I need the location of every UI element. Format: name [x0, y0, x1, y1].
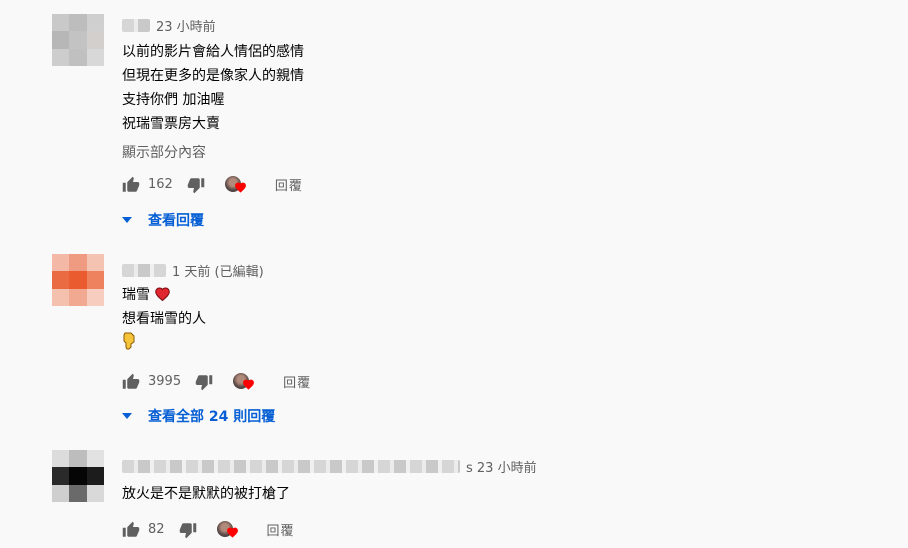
- comment-text: 以前的影片會給人情侶的感情 但現在更多的是像家人的親情 支持你們 加油喔 祝瑞雪…: [122, 40, 304, 136]
- reply-button[interactable]: 回覆: [267, 520, 295, 539]
- like-count: 162: [148, 177, 173, 192]
- comment-line-text: 瑞雪: [122, 287, 150, 303]
- like-count: 82: [148, 522, 165, 537]
- comment-time[interactable]: 1 天前 (已編輯): [172, 261, 264, 280]
- comment-line: 以前的影片會給人情侶的感情: [122, 44, 304, 60]
- thumb-down-icon[interactable]: [195, 373, 213, 391]
- show-less-link[interactable]: 顯示部分內容: [122, 142, 206, 162]
- avatar[interactable]: [52, 450, 104, 502]
- comment-line: 支持你們 加油喔: [122, 92, 225, 108]
- like-count: 3995: [148, 374, 182, 389]
- comment-actions: 162 回覆: [122, 175, 303, 194]
- comment-time[interactable]: 23 小時前: [156, 16, 216, 35]
- author-name-blurred[interactable]: [122, 19, 150, 32]
- creator-heart-icon: [233, 372, 255, 391]
- comment-time[interactable]: s 23 小時前: [466, 457, 537, 476]
- comment-line: 放火是不是默默的被打槍了: [122, 486, 290, 502]
- comment-header: 23 小時前: [122, 16, 216, 35]
- author-name-blurred[interactable]: [122, 264, 166, 277]
- caret-down-icon: [122, 413, 132, 419]
- thumb-up-icon[interactable]: [122, 176, 140, 194]
- pointing-down-emoji: [123, 332, 135, 350]
- comment-line: 想看瑞雪的人: [122, 311, 206, 327]
- view-replies-label: 查看回覆: [148, 213, 204, 229]
- creator-heart-icon: [216, 520, 239, 539]
- comment-text: 瑞雪 想看瑞雪的人: [122, 283, 206, 355]
- reply-button[interactable]: 回覆: [283, 372, 311, 391]
- thumb-up-icon[interactable]: [122, 521, 140, 539]
- comment-line: [122, 331, 206, 355]
- thumb-up-icon[interactable]: [122, 373, 140, 391]
- comment-header: 1 天前 (已編輯): [122, 261, 264, 280]
- comment-line: 瑞雪: [122, 283, 206, 307]
- thumb-down-icon[interactable]: [187, 176, 205, 194]
- comment-actions: 82 回覆: [122, 520, 295, 539]
- reply-button[interactable]: 回覆: [275, 175, 303, 194]
- red-heart-emoji: [155, 287, 171, 302]
- comment-line: 但現在更多的是像家人的親情: [122, 68, 304, 84]
- comment-line: 祝瑞雪票房大賣: [122, 116, 220, 132]
- view-replies-button[interactable]: 查看回覆: [122, 210, 204, 230]
- author-name-blurred[interactable]: [122, 460, 460, 473]
- avatar[interactable]: [52, 254, 104, 306]
- creator-heart-icon: [224, 175, 247, 194]
- thumb-down-icon[interactable]: [179, 521, 197, 539]
- comment-actions: 3995 回覆: [122, 372, 311, 391]
- avatar[interactable]: [52, 14, 104, 66]
- comment-header: s 23 小時前: [122, 457, 537, 476]
- comment-text: 放火是不是默默的被打槍了: [122, 482, 290, 506]
- caret-down-icon: [122, 217, 132, 223]
- view-replies-button[interactable]: 查看全部 24 則回覆: [122, 406, 275, 426]
- view-replies-label: 查看全部 24 則回覆: [148, 409, 276, 425]
